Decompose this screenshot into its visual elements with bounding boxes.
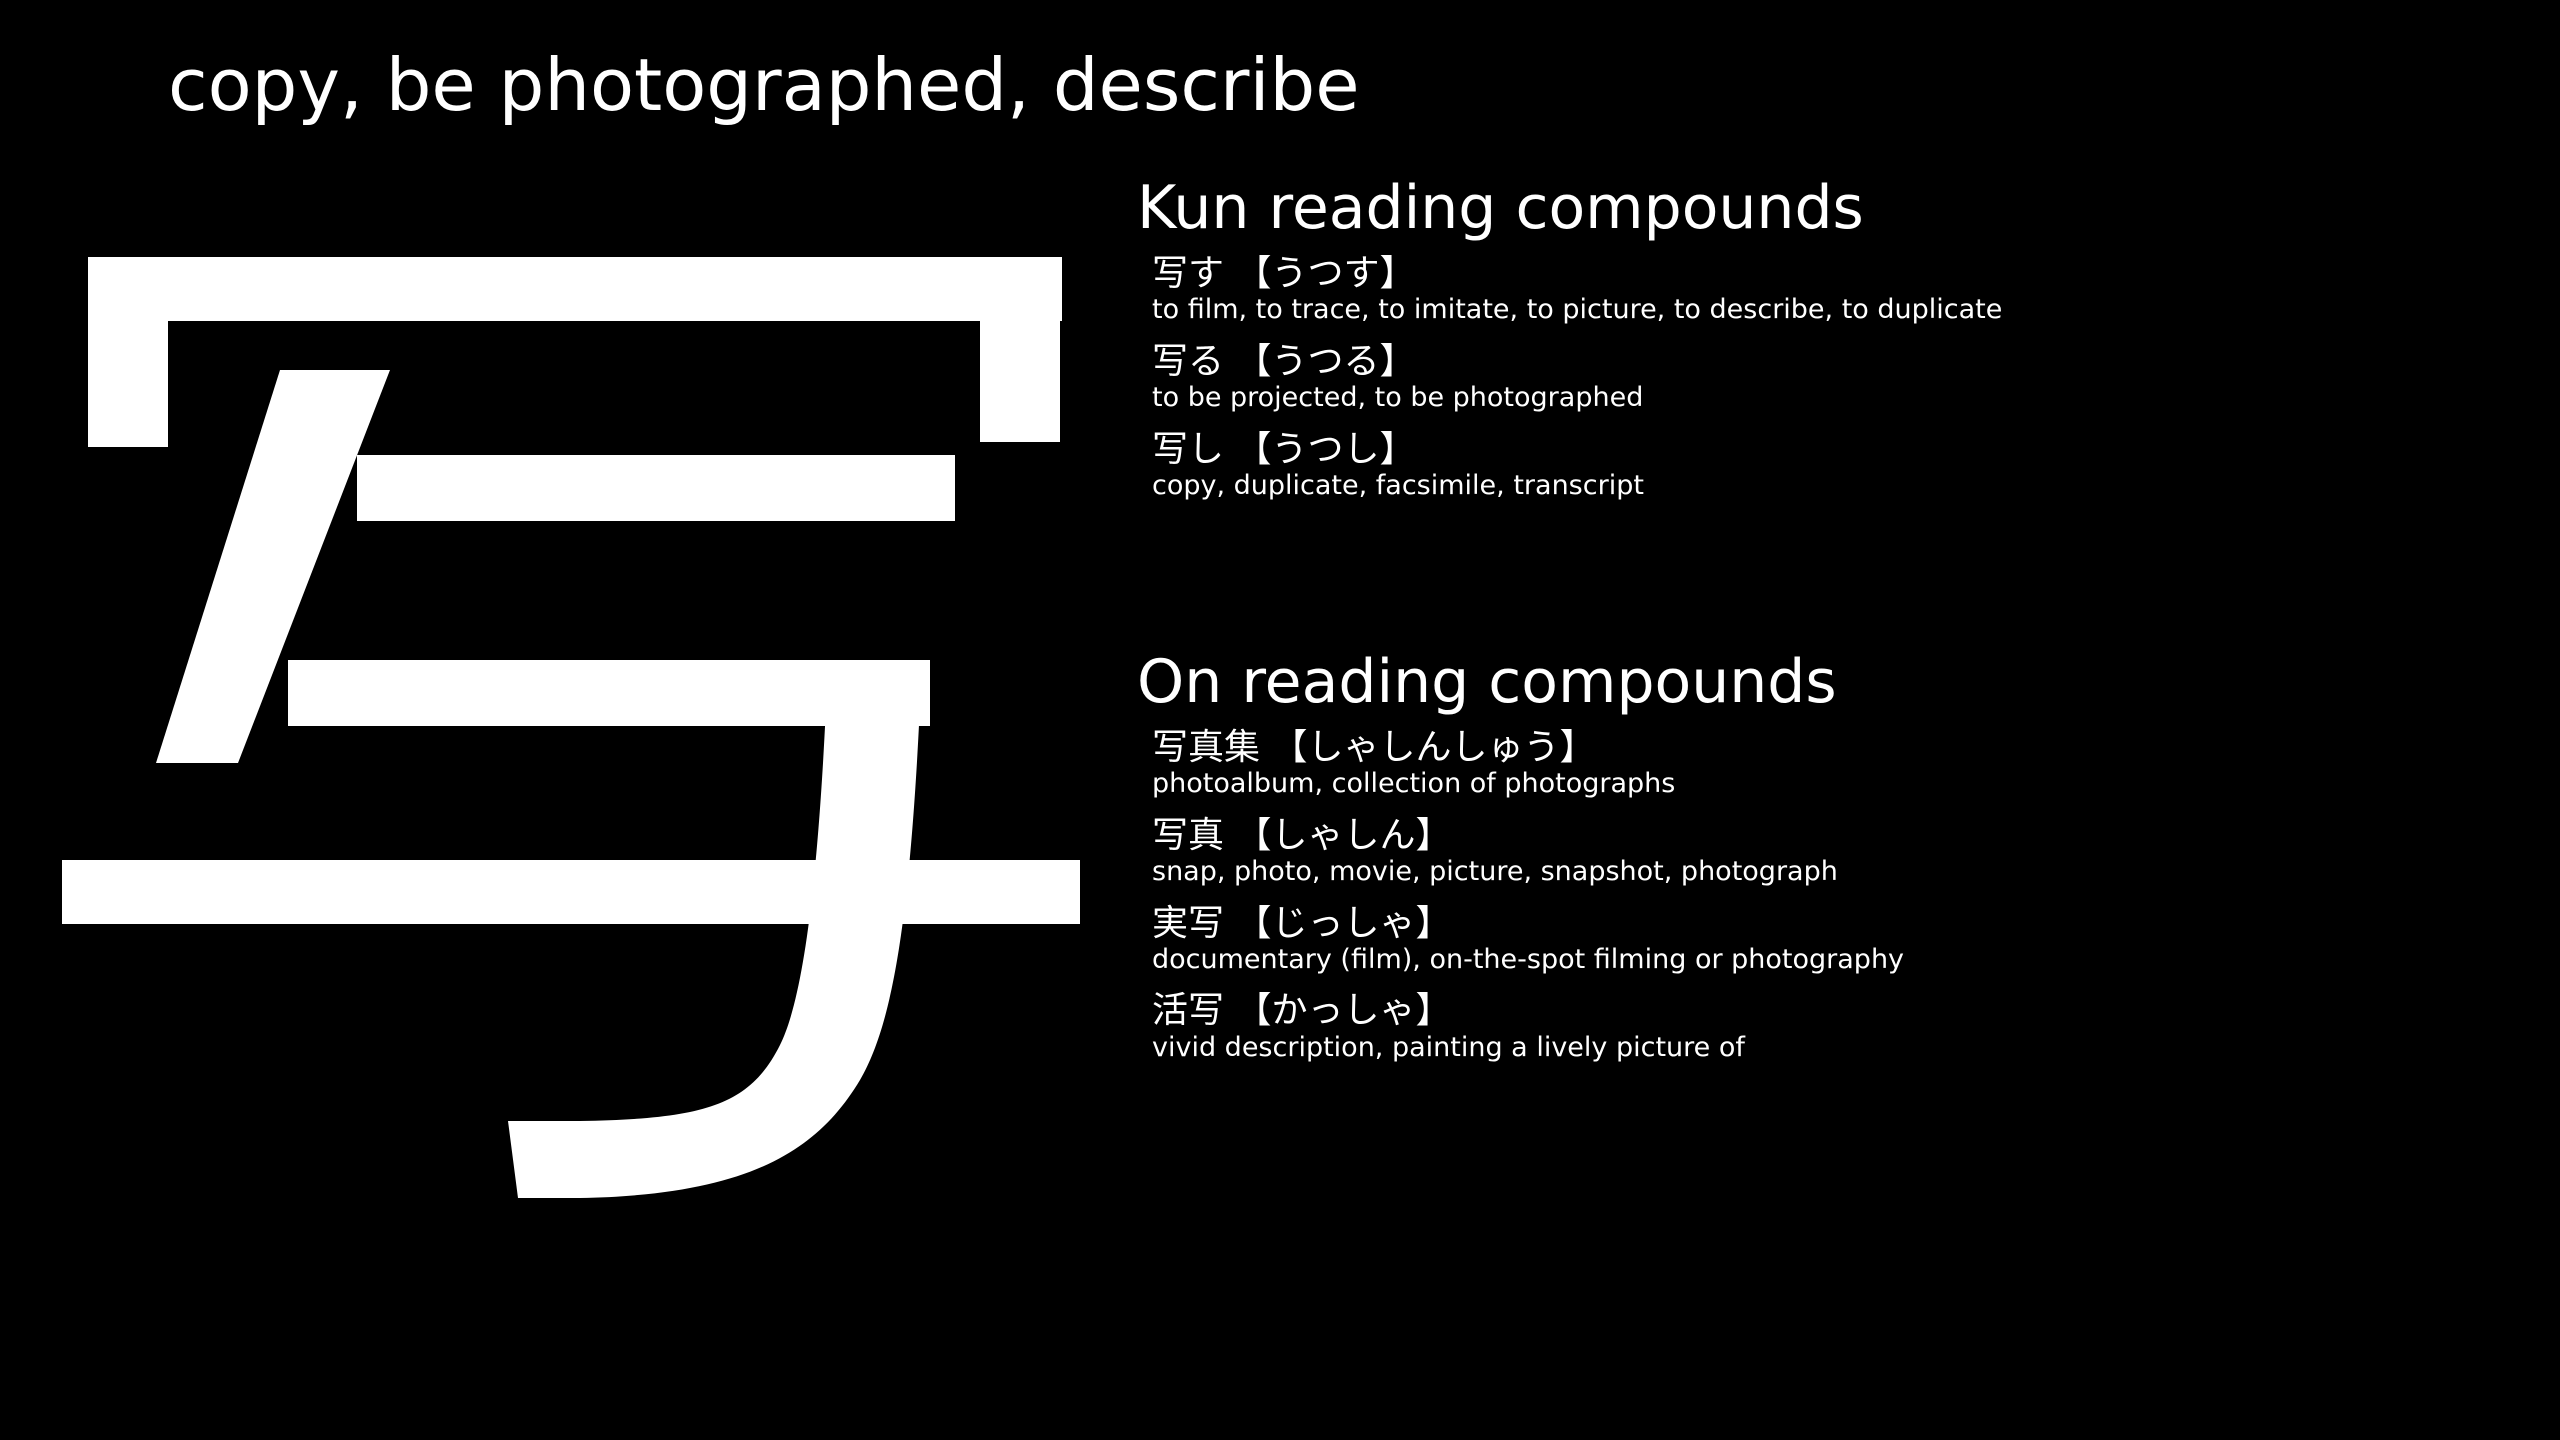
compound-gloss: snap, photo, movie, picture, snapshot, p… xyxy=(1152,856,1838,888)
compound-word: 写し 【うつし】 xyxy=(1152,428,1416,470)
kun-compound-entry: 写す 【うつす】 to film, to trace, to imitate, … xyxy=(1152,253,2537,327)
on-compound-entry: 写真 【しゃしん】 snap, photo, movie, picture, s… xyxy=(1152,815,2537,889)
glyph-stroke-hook-down xyxy=(508,660,922,1198)
kanji-glyph xyxy=(62,257,1080,1198)
on-reading-section: On reading compounds 写真集 【しゃしんしゅう】 photo… xyxy=(1137,648,2537,1078)
on-compound-entry: 写真集 【しゃしんしゅう】 photoalbum, collection of … xyxy=(1152,727,2537,801)
compound-word: 写る 【うつる】 xyxy=(1152,340,1416,382)
on-reading-heading: On reading compounds xyxy=(1137,647,1837,717)
kun-compound-entry: 写し 【うつし】 copy, duplicate, facsimile, tra… xyxy=(1152,429,2537,503)
kun-reading-heading: Kun reading compounds xyxy=(1137,173,1864,243)
compound-word: 写真 【しゃしん】 xyxy=(1152,814,1452,856)
kun-compound-entry: 写る 【うつる】 to be projected, to be photogra… xyxy=(1152,341,2537,415)
on-compound-entry: 活写 【かっしゃ】 vivid description, painting a … xyxy=(1152,990,2537,1064)
compound-word: 実写 【じっしゃ】 xyxy=(1152,902,1452,944)
glyph-stroke-right-hook xyxy=(980,257,1060,442)
compound-gloss: to film, to trace, to imitate, to pictur… xyxy=(1152,294,2003,326)
glyph-stroke-middle-bar xyxy=(357,455,955,521)
compound-word: 活写 【かっしゃ】 xyxy=(1152,990,1452,1032)
compound-word: 写真集 【しゃしんしゅう】 xyxy=(1152,727,1596,768)
compound-gloss: photoalbum, collection of photographs xyxy=(1152,768,1676,800)
glyph-stroke-left-hook xyxy=(88,257,168,447)
compound-gloss: to be projected, to be photographed xyxy=(1152,382,1644,414)
kun-reading-section: Kun reading compounds 写す 【うつす】 to film, … xyxy=(1137,174,2537,516)
glyph-stroke-long-bar xyxy=(62,860,1080,924)
glyph-stroke-top-bar xyxy=(88,257,1062,321)
kanji-meaning-title: copy, be photographed, describe xyxy=(168,43,1360,127)
compound-gloss: copy, duplicate, facsimile, transcript xyxy=(1152,469,1644,501)
compound-gloss: documentary (film), on-the-spot filming … xyxy=(1152,943,1905,975)
compound-word: 写す 【うつす】 xyxy=(1152,253,1416,294)
compound-gloss: vivid description, painting a lively pic… xyxy=(1152,1031,1745,1063)
on-compound-entry: 実写 【じっしゃ】 documentary (film), on-the-spo… xyxy=(1152,903,2537,977)
